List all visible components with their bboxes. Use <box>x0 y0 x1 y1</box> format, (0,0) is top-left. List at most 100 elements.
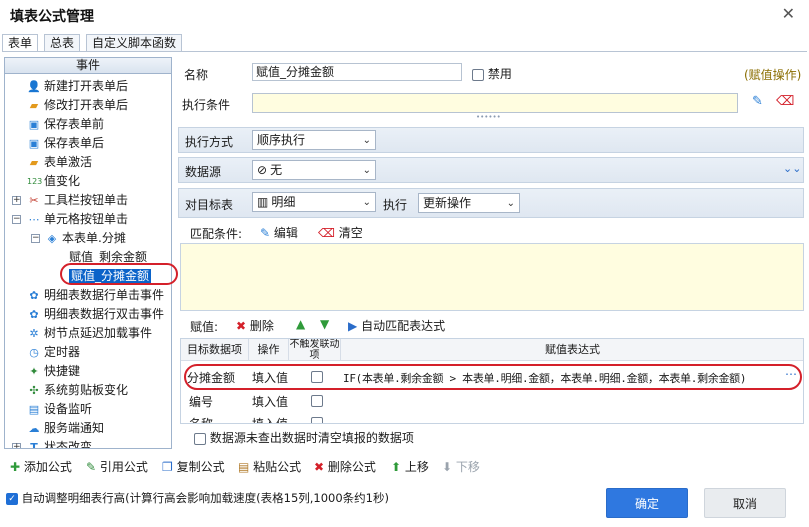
name-input[interactable]: 赋值_分摊金额 <box>252 63 462 81</box>
match-label: 匹配条件: <box>190 227 243 241</box>
tree-item-device[interactable]: ▤ 设备监听 <box>27 400 92 419</box>
exec-label: 执行 <box>383 198 408 212</box>
close-icon[interactable]: ✕ <box>782 4 795 23</box>
tools-icon: ✂ <box>29 193 39 207</box>
cancel-button[interactable]: 取消 <box>704 488 786 518</box>
match-clear-button[interactable]: ⌫ 清空 <box>318 224 363 241</box>
kind-label: (赋值操作) <box>744 68 802 82</box>
row2-target[interactable]: 编号 <box>189 393 213 410</box>
exec-op-select[interactable]: 更新操作 ⌄ <box>418 193 520 213</box>
tab-custom-script[interactable]: 自定义脚本函数 <box>86 34 183 52</box>
ref-formula-button[interactable]: ✎ 引用公式 <box>86 456 148 478</box>
tree-item-detail-click[interactable]: ✿ 明细表数据行单击事件 <box>27 286 164 305</box>
tree-item-lazy-load[interactable]: ✲ 树节点延迟加载事件 <box>27 324 152 343</box>
tab-divider <box>2 51 807 52</box>
down-arrow-icon: ⬇ <box>442 460 453 474</box>
clear-condition-icon[interactable]: ⌫ <box>776 94 794 109</box>
row2-no-trigger-checkbox[interactable] <box>311 395 323 407</box>
tree-item-cell-button-click[interactable]: ⋯ 单元格按钮单击 <box>27 210 129 229</box>
tree-item-shortcut[interactable]: ✦ 快捷键 <box>27 362 80 381</box>
auto-adjust-wrap[interactable]: ✓ 自动调整明细表行高(计算行高会影响加载速度(表格15列,1000条约1秒) <box>6 490 389 506</box>
copy-formula-button[interactable]: ❐ 复制公式 <box>162 456 225 478</box>
collapse-cell-button-icon[interactable]: − <box>12 215 21 224</box>
shortcut-icon: ✦ <box>29 364 39 378</box>
table-icon: ▥ <box>257 195 269 209</box>
tree-item-detail-dblclick[interactable]: ✿ 明细表数据行双击事件 <box>27 305 164 324</box>
move-down-icon[interactable]: ▼ <box>320 317 329 331</box>
tree-item-edit-open[interactable]: ▰ 修改打开表单后 <box>27 96 128 115</box>
tree-item-clipboard[interactable]: ✣ 系统剪贴板变化 <box>27 381 128 400</box>
disable-checkbox[interactable] <box>472 68 484 81</box>
tree-item-state-change[interactable]: T 状态改变 <box>27 438 92 449</box>
auto-adjust-checkbox[interactable]: ✓ <box>6 492 18 505</box>
disable-label: 禁用 <box>487 67 512 81</box>
number-icon: 123 <box>27 176 43 186</box>
move-up-icon[interactable]: ▲ <box>296 317 305 331</box>
folder-icon: ▰ <box>29 155 39 169</box>
tab-form[interactable]: 表单 <box>2 34 39 52</box>
col-no-trigger: 不触发联动项 <box>289 339 341 361</box>
assign-label: 赋值: <box>190 320 219 334</box>
exec-mode-label: 执行方式 <box>185 135 234 149</box>
splitter-grip[interactable]: •••••• <box>476 114 504 121</box>
folder-open-icon: ▰ <box>29 98 39 112</box>
match-condition-area[interactable] <box>180 243 804 311</box>
edit-condition-icon[interactable]: ✎ <box>752 94 763 109</box>
row2-op[interactable]: 填入值 <box>252 393 288 410</box>
tree-item-before-save[interactable]: ▣ 保存表单前 <box>27 115 104 134</box>
row3-target[interactable]: 名称 <box>189 415 213 423</box>
collapse-split-icon[interactable]: − <box>31 234 40 243</box>
tab-summary[interactable]: 总表 <box>44 34 81 52</box>
chevron-down-icon: ⌄ <box>362 135 371 146</box>
assign-delete-button[interactable]: ✖ 删除 <box>236 317 274 334</box>
delete-icon: ✖ <box>314 460 325 474</box>
auto-adjust-label: 自动调整明细表行高(计算行高会影响加载速度(表格15列,1000条约1秒) <box>21 491 389 505</box>
tree-item-server-notify[interactable]: ☁ 服务端通知 <box>27 419 105 438</box>
add-formula-button[interactable]: ✚ 添加公式 <box>10 456 72 478</box>
ds-clear-wrap[interactable]: 数据源未查出数据时清空填报的数据项 <box>194 429 414 446</box>
state-icon: T <box>30 440 38 449</box>
move-up-button[interactable]: ⬆ 上移 <box>391 456 429 478</box>
play-icon: ▶ <box>348 319 358 333</box>
tree-item-after-save[interactable]: ▣ 保存表单后 <box>27 134 104 153</box>
delete-x-icon: ✖ <box>236 319 247 333</box>
auto-match-button[interactable]: ▶ 自动匹配表达式 <box>348 317 445 334</box>
ds-clear-checkbox[interactable] <box>194 432 206 445</box>
paste-icon: ▤ <box>238 460 250 474</box>
edit-icon: ✎ <box>260 226 271 240</box>
disable-checkbox-wrap[interactable]: 禁用 <box>472 65 512 82</box>
clipboard-icon: ✣ <box>29 383 39 397</box>
tree-item-new-open[interactable]: 👤 新建打开表单后 <box>27 77 128 96</box>
match-edit-button[interactable]: ✎ 编辑 <box>260 224 298 241</box>
paste-formula-button[interactable]: ▤ 粘贴公式 <box>238 456 301 478</box>
tree-item-timer[interactable]: ◷ 定时器 <box>27 343 80 362</box>
delete-formula-button[interactable]: ✖ 删除公式 <box>314 456 376 478</box>
condition-label: 执行条件 <box>182 98 231 112</box>
target-select[interactable]: ▥ 明细 ⌄ <box>252 192 376 212</box>
condition-input[interactable] <box>252 93 738 113</box>
col-target: 目标数据项 <box>181 339 249 361</box>
event-tree[interactable]: 事件 👤 新建打开表单后 ▰ 修改打开表单后 ▣ 保存表单前 ▣ 保存表单后 ▰ 表单激活… <box>4 57 172 449</box>
tree-item-value-change[interactable]: 123 值变化 <box>27 172 80 191</box>
ok-button[interactable]: 确定 <box>606 488 688 518</box>
row3-op[interactable]: 填入值 <box>252 415 288 423</box>
expand-toolbar-icon[interactable]: + <box>12 196 21 205</box>
exec-mode-select[interactable]: 顺序执行 ⌄ <box>252 130 376 150</box>
title-bar: 填表公式管理 ✕ <box>0 0 809 32</box>
expand-down-icon[interactable]: ⌄⌄ <box>783 162 801 175</box>
gear-icon: ✿ <box>29 307 39 321</box>
datasource-select[interactable]: ⊘ 无 ⌄ <box>252 160 376 180</box>
row3-no-trigger-checkbox[interactable] <box>311 417 323 423</box>
tree-item-toolbar-click[interactable]: ✂ 工具栏按钮单击 <box>27 191 128 210</box>
expand-state-icon[interactable]: + <box>12 443 21 448</box>
tree-item-split[interactable]: ◈ 本表单.分摊 <box>45 229 126 248</box>
layers-icon: ◈ <box>47 231 57 245</box>
col-expression: 赋值表达式 <box>341 339 803 361</box>
tree-item-activate[interactable]: ▰ 表单激活 <box>27 153 92 172</box>
plus-icon: ✚ <box>10 460 21 474</box>
name-label: 名称 <box>184 68 209 82</box>
formula-toolbar: ✚ 添加公式 ✎ 引用公式 ❐ 复制公式 ▤ 粘贴公式 ✖ 删除公式 ⬆ 上移 … <box>0 456 809 478</box>
move-down-button[interactable]: ⬇ 下移 <box>442 456 480 478</box>
datasource-label: 数据源 <box>185 165 222 179</box>
highlight-ring-grid <box>184 364 802 390</box>
